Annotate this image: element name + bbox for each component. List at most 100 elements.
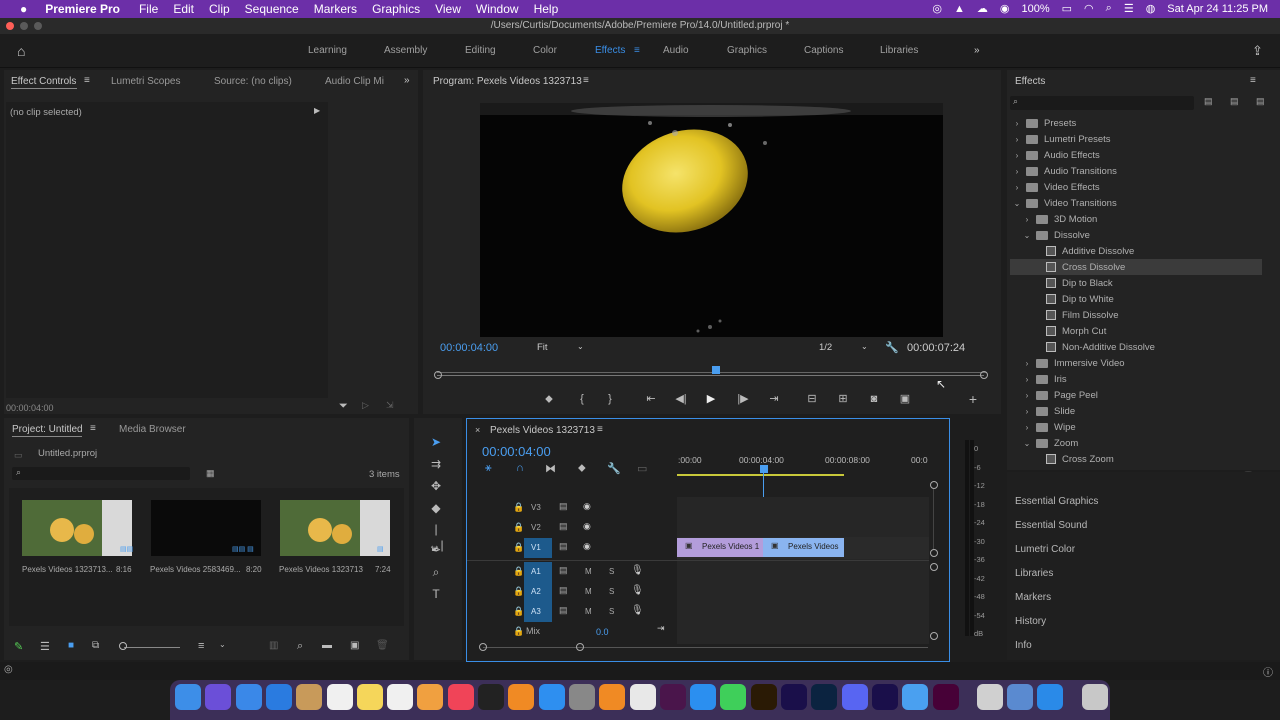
- freeform-view-icon[interactable]: ⧉: [92, 640, 99, 651]
- v-scroll-handle-bottom[interactable]: [930, 632, 938, 640]
- slider-handle[interactable]: [119, 642, 127, 650]
- program-playhead[interactable]: [711, 366, 720, 374]
- effects-tree-item[interactable]: Dip to Black: [1010, 275, 1262, 291]
- yuv-effects-icon[interactable]: ▤: [1256, 96, 1265, 107]
- expand-arrow-icon[interactable]: ▶: [314, 106, 320, 115]
- track-area[interactable]: [677, 497, 929, 644]
- chevron-down-icon[interactable]: ⌄: [861, 342, 868, 351]
- tab-source[interactable]: Source: (no clips): [214, 76, 292, 87]
- calendar-icon[interactable]: [326, 684, 353, 710]
- mix-value[interactable]: 0.0: [596, 627, 609, 637]
- system-preferences-icon[interactable]: [568, 684, 595, 710]
- timeline-playhead-handle[interactable]: [760, 465, 768, 473]
- menu-graphics[interactable]: Graphics: [372, 2, 420, 16]
- illustrator-icon[interactable]: [750, 684, 777, 710]
- pencil-icon[interactable]: ✎: [14, 640, 23, 653]
- minimize-window-button[interactable]: [20, 22, 28, 30]
- mic-icon[interactable]: 🎙: [631, 585, 644, 596]
- notes-icon[interactable]: [356, 684, 383, 710]
- player-icon[interactable]: [690, 684, 717, 710]
- messages-icon[interactable]: [720, 684, 747, 710]
- siri-icon[interactable]: [205, 684, 232, 710]
- find-icon[interactable]: ⌕: [297, 640, 303, 653]
- panel-menu-icon[interactable]: ≡: [84, 75, 90, 86]
- lock-icon[interactable]: 🔒: [513, 542, 524, 553]
- lock-icon[interactable]: 🔒: [513, 502, 524, 513]
- menu-help[interactable]: Help: [534, 2, 559, 16]
- program-menu-icon[interactable]: ≡: [583, 75, 589, 86]
- track-label-a3[interactable]: A3: [531, 607, 541, 616]
- tab-effect-controls[interactable]: Effect Controls: [11, 76, 76, 87]
- tv-icon[interactable]: [478, 684, 504, 710]
- ws-tab-learning[interactable]: Learning: [308, 45, 347, 56]
- effects-tree-item[interactable]: › Audio Transitions: [1010, 163, 1262, 179]
- spotlight-icon[interactable]: ⌕: [1106, 2, 1112, 15]
- chevron-down-icon[interactable]: ⌄: [577, 342, 584, 351]
- sort-icon[interactable]: ≡: [198, 640, 204, 652]
- chevron-right-icon[interactable]: ›: [1022, 375, 1032, 384]
- effects-tree-item[interactable]: › Video Effects: [1010, 179, 1262, 195]
- export-icon[interactable]: ⇲: [386, 400, 394, 411]
- chevron-right-icon[interactable]: ›: [1012, 151, 1022, 160]
- ws-tab-graphics[interactable]: Graphics: [727, 45, 767, 56]
- effects-menu-icon[interactable]: ≡: [1250, 75, 1256, 86]
- play-audio-icon[interactable]: ▷: [362, 400, 369, 411]
- ws-tab-effects[interactable]: Effects: [595, 45, 625, 56]
- preview-icon[interactable]: [902, 684, 929, 710]
- effects-tree-item[interactable]: › 3D Motion: [1010, 211, 1262, 227]
- close-window-button[interactable]: [6, 22, 14, 30]
- go-to-out-icon[interactable]: ⇥: [766, 392, 782, 406]
- chevron-right-icon[interactable]: ›: [1022, 407, 1032, 416]
- trash-icon[interactable]: [1081, 684, 1108, 710]
- menu-file[interactable]: File: [139, 2, 158, 16]
- contacts-icon[interactable]: [296, 684, 323, 710]
- side-panel-essential-graphics[interactable]: Essential Graphics: [1015, 496, 1098, 507]
- zoom-handle-right[interactable]: [980, 371, 988, 379]
- comparison-view-icon[interactable]: ▣: [897, 392, 913, 406]
- new-bin-icon[interactable]: ▬: [322, 640, 332, 651]
- siri-icon[interactable]: ◍: [1146, 2, 1156, 15]
- effects-search-input[interactable]: ⌕: [1010, 96, 1194, 110]
- chevron-right-icon[interactable]: ›: [1022, 391, 1032, 400]
- h-scroll-handle-right[interactable]: [576, 643, 584, 651]
- chevron-right-icon[interactable]: ›: [1012, 119, 1022, 128]
- discord-icon[interactable]: [841, 684, 868, 710]
- mic-icon[interactable]: 🎙: [631, 605, 644, 616]
- clip-v1-1[interactable]: ▣ Pexels Videos 1: [677, 538, 763, 557]
- battery-icon[interactable]: ▭: [1062, 2, 1072, 15]
- selection-tool-icon[interactable]: ➤: [428, 434, 444, 450]
- books-icon[interactable]: [508, 684, 535, 710]
- icon-view-icon[interactable]: ■: [68, 640, 74, 651]
- new-item-icon[interactable]: ▣: [350, 640, 359, 651]
- chevron-right-icon[interactable]: ›: [1012, 167, 1022, 176]
- new-bin-search-icon[interactable]: ▦: [206, 468, 215, 479]
- ws-overflow-icon[interactable]: »: [974, 45, 980, 56]
- sequence-tab[interactable]: Pexels Videos 1323713: [490, 425, 595, 436]
- snap-icon[interactable]: ∩: [516, 462, 524, 474]
- filter-icon[interactable]: ⏷: [339, 400, 348, 413]
- onedrive-icon[interactable]: [1037, 684, 1064, 710]
- effects-tree-item[interactable]: › Lumetri Presets: [1010, 131, 1262, 147]
- automate-to-sequence-icon[interactable]: ▥: [269, 640, 278, 651]
- menu-clip[interactable]: Clip: [209, 2, 230, 16]
- effects-tree-item[interactable]: Dip to White: [1010, 291, 1262, 307]
- effects-tree-item[interactable]: Morph Cut: [1010, 323, 1262, 339]
- effects-tree-item[interactable]: ⌄ Dissolve: [1010, 227, 1262, 243]
- track-label-v1[interactable]: V1: [531, 543, 541, 552]
- info-icon[interactable]: ⓘ: [1263, 664, 1273, 679]
- apple-icon[interactable]: ●: [20, 2, 27, 16]
- premiere-icon[interactable]: [781, 684, 807, 710]
- chevron-down-icon[interactable]: ⌄: [219, 640, 226, 649]
- export-frame-icon[interactable]: ◙: [866, 392, 882, 406]
- sync-lock-icon[interactable]: ▤: [559, 565, 568, 576]
- chevron-down-icon[interactable]: ⌄: [1012, 199, 1022, 208]
- screen-share-icon[interactable]: [1007, 684, 1034, 710]
- effects-tree-item[interactable]: › Wipe: [1010, 419, 1262, 435]
- v-scroll-handle-mid[interactable]: [930, 549, 938, 557]
- ripple-edit-tool-icon[interactable]: ✥: [428, 478, 444, 494]
- effects-tree-item[interactable]: Additive Dissolve: [1010, 243, 1262, 259]
- effects-tree-item[interactable]: ⌄ Video Transitions: [1010, 195, 1262, 211]
- after-effects-icon[interactable]: [871, 684, 898, 710]
- chevron-right-icon[interactable]: ›: [1022, 215, 1032, 224]
- step-back-icon[interactable]: ◀|: [673, 392, 689, 406]
